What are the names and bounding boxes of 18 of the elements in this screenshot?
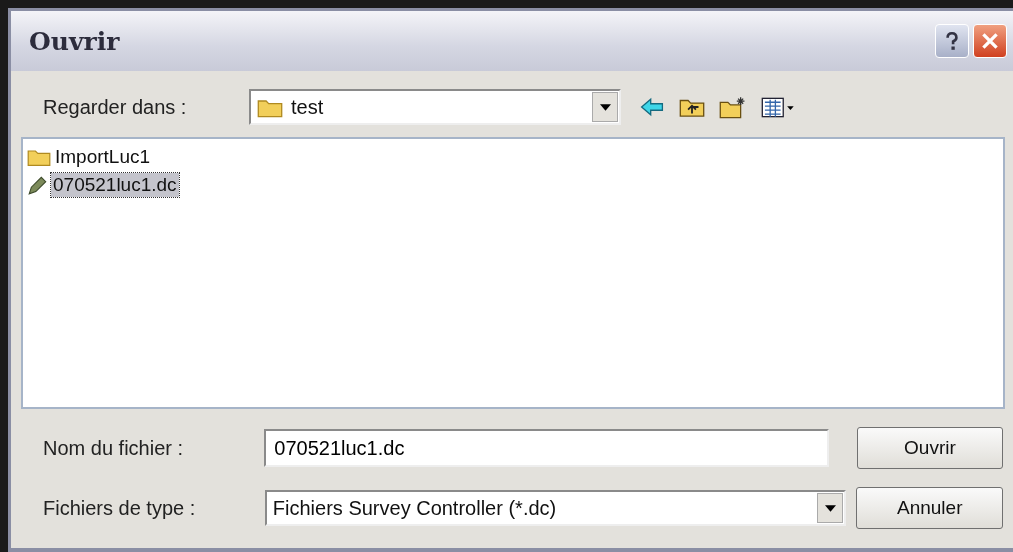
cancel-button[interactable]: Annuler [856, 487, 1003, 529]
look-in-label: Regarder dans : [42, 95, 188, 119]
file-name-field[interactable]: 070521luc1.dc [264, 429, 829, 467]
file-name-label: Nom du fichier : [42, 436, 185, 460]
file-item[interactable]: ImportLuc1 [27, 145, 153, 169]
close-icon [979, 30, 1001, 52]
help-button[interactable] [935, 24, 969, 58]
view-menu-icon[interactable] [761, 96, 795, 118]
folder-icon [27, 147, 51, 167]
file-type-dropdown[interactable]: Fichiers Survey Controller (*.dc) [264, 490, 847, 526]
pen-icon [27, 174, 49, 196]
look-in-dropdown[interactable]: test [249, 89, 621, 125]
back-arrow-icon[interactable] [639, 96, 665, 118]
open-button[interactable]: Ouvrir [856, 427, 1003, 469]
close-button[interactable] [973, 24, 1007, 58]
file-type-label: Fichiers de type : [42, 496, 197, 520]
window-title: Ouvrir [29, 26, 120, 56]
new-folder-icon[interactable] [719, 95, 747, 119]
